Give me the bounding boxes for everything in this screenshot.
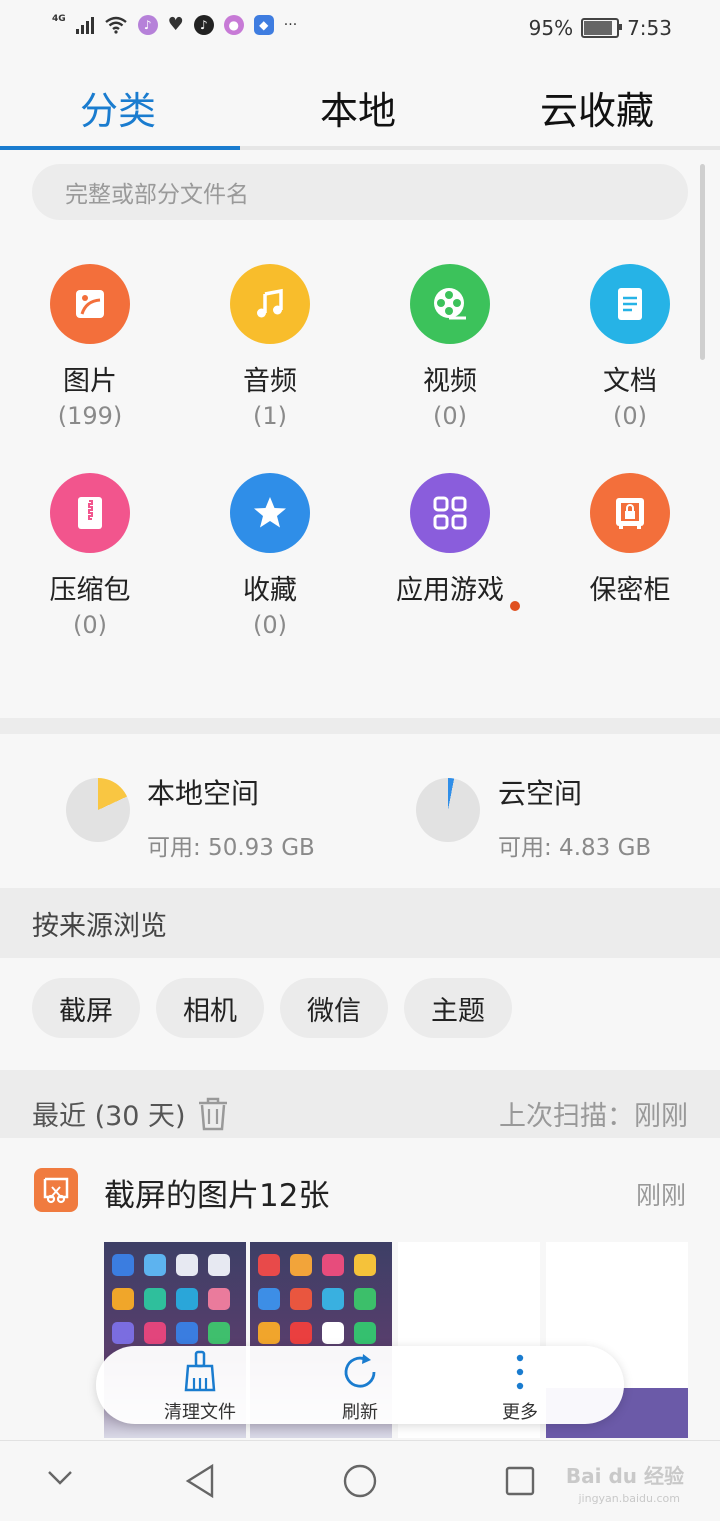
recent-header: 最近 (30 天) 上次扫描：刚刚 bbox=[0, 1070, 720, 1138]
document-icon bbox=[590, 264, 670, 344]
watermark-url: jingyan.baidu.com bbox=[578, 1492, 680, 1505]
local-storage-pie bbox=[66, 778, 130, 842]
tab-indicator-track bbox=[0, 146, 720, 150]
back-icon[interactable] bbox=[184, 1463, 216, 1499]
trash-icon[interactable] bbox=[196, 1096, 230, 1132]
more-label: 更多 bbox=[502, 1402, 538, 1423]
tab-bar: 分类 本地 云收藏 bbox=[0, 60, 720, 152]
category-count: (0) bbox=[73, 611, 107, 639]
local-storage[interactable]: 本地空间 可用: 50.93 GB bbox=[0, 734, 360, 886]
cloud-storage[interactable]: 云空间 可用: 4.83 GB bbox=[360, 734, 720, 886]
browse-by-source-header: 按来源浏览 bbox=[0, 888, 720, 958]
watermark: Bai du 经验 bbox=[565, 1464, 684, 1488]
safe-icon bbox=[590, 473, 670, 553]
category-safe[interactable]: 保密柜 bbox=[540, 473, 720, 609]
tab-category[interactable]: 分类 bbox=[80, 80, 156, 135]
category-count: (0) bbox=[253, 611, 287, 639]
thumbnail-app-grid bbox=[258, 1254, 378, 1344]
shield-icon: ◆ bbox=[253, 14, 274, 35]
more-vertical-icon bbox=[516, 1354, 524, 1390]
broom-icon bbox=[184, 1350, 216, 1392]
category-documents[interactable]: 文档 (0) bbox=[540, 264, 720, 430]
battery-icon bbox=[581, 18, 623, 38]
refresh-button[interactable]: 刷新 bbox=[290, 1350, 430, 1424]
category-count: (199) bbox=[57, 402, 123, 430]
health-icon: ♥ bbox=[167, 14, 184, 35]
apps-grid-icon bbox=[410, 473, 490, 553]
category-audio[interactable]: 音频 (1) bbox=[180, 264, 360, 430]
image-icon bbox=[50, 264, 130, 344]
refresh-label: 刷新 bbox=[342, 1402, 378, 1423]
chip-screenshots[interactable]: 截屏 bbox=[32, 978, 140, 1038]
clean-files-button[interactable]: 清理文件 bbox=[130, 1350, 270, 1424]
music-app-icon: ♪ bbox=[137, 14, 158, 35]
clock: 7:53 bbox=[627, 16, 672, 40]
category-label: 收藏 bbox=[243, 575, 297, 606]
category-label: 视频 bbox=[423, 366, 477, 397]
status-left-icons: 4G ♪ ♥ ♪ ● ◆ ··· bbox=[52, 13, 298, 36]
category-label: 压缩包 bbox=[49, 575, 131, 606]
cloud-storage-title: 云空间 bbox=[498, 777, 583, 810]
recent-apps-icon[interactable] bbox=[504, 1465, 536, 1497]
category-archives[interactable]: 压缩包 (0) bbox=[0, 473, 180, 639]
tab-indicator bbox=[0, 146, 240, 150]
wifi-icon bbox=[104, 16, 127, 34]
last-scan: 上次扫描：刚刚 bbox=[499, 1101, 688, 1132]
recent-title-wrap: 最近 (30 天) bbox=[32, 1094, 230, 1133]
category-label: 应用游戏 bbox=[396, 575, 504, 606]
chip-themes[interactable]: 主题 bbox=[404, 978, 512, 1038]
screenshot-group-time: 刚刚 bbox=[635, 1181, 686, 1210]
section-title: 按来源浏览 bbox=[32, 911, 167, 942]
category-images[interactable]: 图片 (199) bbox=[0, 264, 180, 430]
category-video[interactable]: 视频 (0) bbox=[360, 264, 540, 430]
recent-title: 最近 (30 天) bbox=[32, 1101, 186, 1132]
category-label: 文档 bbox=[603, 366, 657, 397]
tab-local[interactable]: 本地 bbox=[320, 80, 396, 135]
status-right: 95% 7:53 bbox=[529, 16, 672, 40]
category-label: 图片 bbox=[63, 366, 117, 397]
storage-section: 本地空间 可用: 50.93 GB 云空间 可用: 4.83 GB bbox=[0, 734, 720, 886]
chip-wechat[interactable]: 微信 bbox=[280, 978, 388, 1038]
category-count: (0) bbox=[433, 402, 467, 430]
refresh-icon bbox=[344, 1354, 376, 1388]
source-chips: 截屏 相机 微信 主题 bbox=[0, 958, 720, 1070]
category-favorites[interactable]: 收藏 (0) bbox=[180, 473, 360, 639]
cloud-storage-pie bbox=[416, 778, 480, 842]
battery-percent: 95% bbox=[528, 16, 574, 40]
status-bar: 4G ♪ ♥ ♪ ● ◆ ··· 95% 7:53 bbox=[0, 0, 720, 60]
new-badge-dot bbox=[510, 601, 520, 611]
film-reel-icon bbox=[410, 264, 490, 344]
category-count: (0) bbox=[613, 402, 647, 430]
tiktok-icon: ♪ bbox=[193, 14, 214, 35]
category-label: 保密柜 bbox=[589, 575, 671, 606]
zip-icon bbox=[50, 473, 130, 553]
divider bbox=[0, 718, 720, 734]
clean-files-label: 清理文件 bbox=[164, 1402, 236, 1423]
more-button[interactable]: 更多 bbox=[450, 1350, 590, 1424]
local-storage-title: 本地空间 bbox=[147, 777, 260, 810]
category-count: (1) bbox=[253, 402, 287, 430]
search-input[interactable]: 完整或部分文件名 bbox=[32, 164, 688, 220]
thumbnail-app-grid bbox=[112, 1254, 232, 1344]
screenshot-group-title: 截屏的图片12张 bbox=[104, 1178, 330, 1214]
floating-action-bar: 清理文件 刷新 更多 bbox=[96, 1346, 624, 1424]
cloud-storage-available: 可用: 4.83 GB bbox=[498, 835, 652, 861]
star-icon bbox=[230, 473, 310, 553]
tab-cloud-favorites[interactable]: 云收藏 bbox=[540, 80, 654, 135]
hide-keyboard-icon[interactable] bbox=[46, 1469, 74, 1487]
screenshot-app-icon bbox=[34, 1168, 78, 1212]
category-apps-games[interactable]: 应用游戏 bbox=[360, 473, 540, 609]
signal-icon bbox=[75, 16, 94, 34]
search-placeholder: 完整或部分文件名 bbox=[65, 182, 249, 208]
more-notifications: ··· bbox=[283, 16, 298, 33]
app-icon: ● bbox=[223, 14, 244, 35]
category-label: 音频 bbox=[243, 366, 297, 397]
network-type: 4G bbox=[52, 13, 66, 24]
music-icon bbox=[230, 264, 310, 344]
local-storage-available: 可用: 50.93 GB bbox=[147, 835, 315, 861]
home-icon[interactable] bbox=[342, 1463, 378, 1499]
chip-camera[interactable]: 相机 bbox=[156, 978, 264, 1038]
